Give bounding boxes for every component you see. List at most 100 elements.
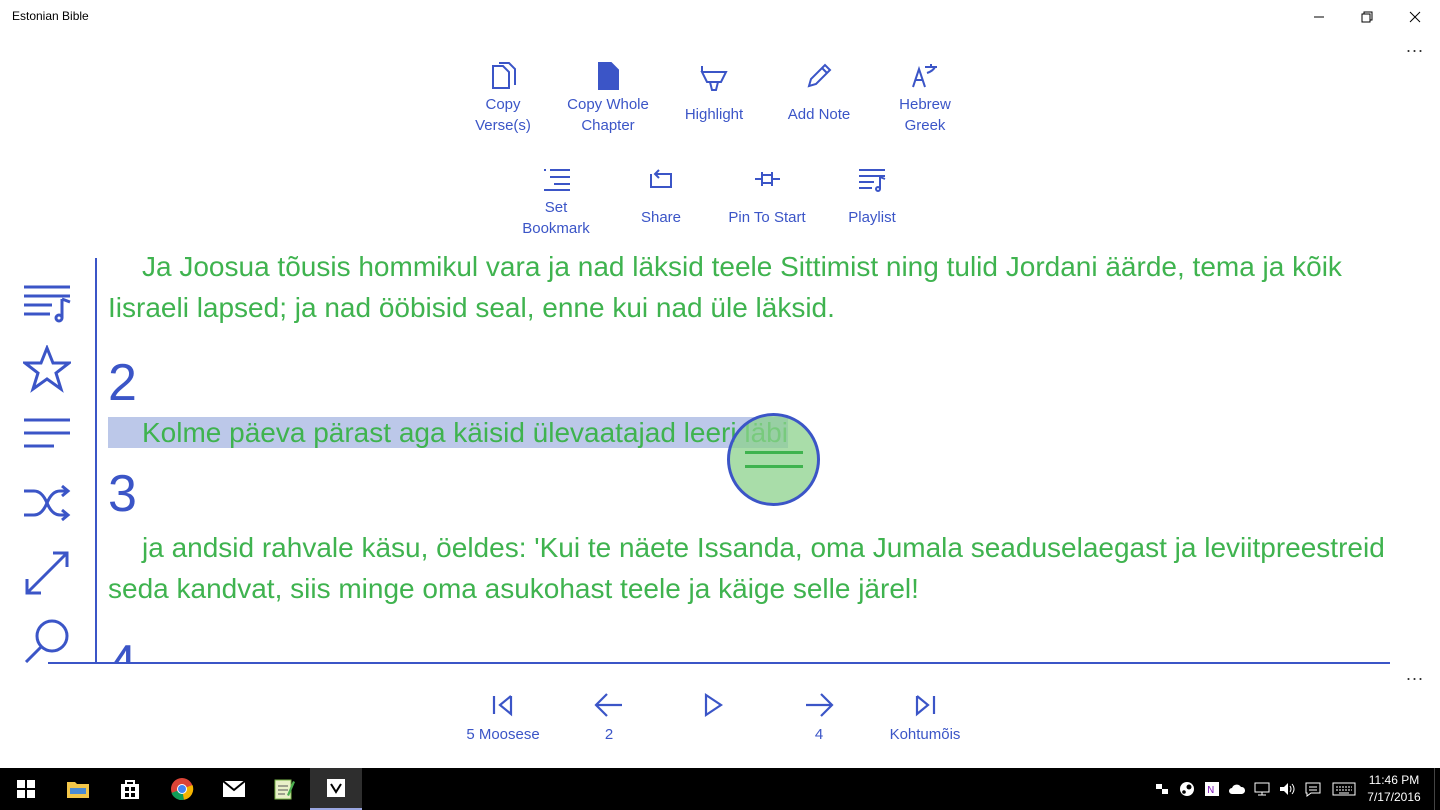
star-icon bbox=[23, 345, 71, 393]
verse-2-number: 2 bbox=[108, 354, 137, 412]
tray-steam[interactable] bbox=[1178, 780, 1196, 798]
taskbar-clock[interactable]: 11:46 PM 7/17/2016 bbox=[1362, 772, 1426, 806]
playlist-icon bbox=[24, 285, 71, 323]
windows-icon bbox=[17, 780, 35, 798]
mail-icon bbox=[222, 780, 246, 797]
play-button[interactable] bbox=[658, 692, 768, 744]
minimize-button[interactable] bbox=[1296, 0, 1342, 34]
close-icon bbox=[1409, 11, 1421, 23]
playlist-label: Playlist bbox=[848, 209, 896, 226]
sidebar-favorites-button[interactable] bbox=[20, 342, 74, 396]
network-icon bbox=[1254, 782, 1270, 796]
restore-icon bbox=[1361, 11, 1373, 23]
hebrew-greek-button[interactable]: Hebrew Greek bbox=[872, 60, 978, 136]
network-drive-icon bbox=[1156, 784, 1168, 794]
bible-app-icon bbox=[327, 779, 345, 797]
taskbar-mail[interactable] bbox=[208, 768, 260, 810]
store-icon bbox=[121, 780, 139, 799]
verse-3[interactable]: ja andsid rahvale käsu, öeldes: 'Kui te … bbox=[108, 527, 1418, 609]
add-note-button[interactable]: Add Note bbox=[766, 60, 872, 125]
sidebar-fullscreen-button[interactable] bbox=[20, 546, 74, 600]
add-note-label: Add Note bbox=[787, 106, 851, 123]
set-bookmark-button[interactable]: Set Bookmark bbox=[503, 163, 609, 239]
tray-action-center[interactable] bbox=[1304, 780, 1322, 798]
sidebar-contents-button[interactable] bbox=[20, 406, 74, 460]
taskbar-chrome[interactable] bbox=[156, 768, 208, 810]
set-bookmark-label: Set Bookmark bbox=[522, 199, 590, 237]
tray-keyboard[interactable] bbox=[1331, 780, 1357, 798]
title-bar: Estonian Bible bbox=[0, 0, 1440, 34]
previous-chapter-button[interactable]: 2 bbox=[554, 692, 664, 744]
tray-volume[interactable] bbox=[1278, 780, 1296, 798]
bottom-divider bbox=[48, 662, 1390, 664]
clock-time: 11:46 PM bbox=[1368, 773, 1420, 787]
next-chapter-button[interactable]: 4 bbox=[764, 692, 874, 744]
sidebar-divider bbox=[95, 258, 97, 664]
sidebar-shuffle-button[interactable] bbox=[20, 476, 74, 530]
taskbar-notepad[interactable] bbox=[258, 768, 310, 810]
pin-to-start-button[interactable]: Pin To Start bbox=[714, 163, 820, 228]
taskbar-estonian-bible[interactable] bbox=[310, 768, 362, 810]
copy-icon bbox=[492, 62, 516, 89]
copy-whole-chapter-label: Copy Whole Chapter bbox=[567, 96, 649, 134]
bookmark-list-icon bbox=[544, 169, 570, 191]
playlist-button[interactable]: Playlist bbox=[819, 163, 925, 228]
show-desktop-button[interactable] bbox=[1434, 768, 1440, 810]
sidebar bbox=[0, 258, 94, 663]
first-book-label: 5 Moosese bbox=[466, 726, 540, 743]
tray-dropbox[interactable] bbox=[1153, 780, 1171, 798]
volume-icon bbox=[1280, 783, 1295, 795]
copy-verses-label: Copy Verse(s) bbox=[475, 96, 531, 134]
keyboard-icon bbox=[1332, 782, 1356, 796]
onenote-icon: N bbox=[1205, 782, 1219, 796]
hebrew-greek-label: Hebrew Greek bbox=[899, 96, 951, 134]
folder-icon bbox=[67, 782, 89, 798]
verse-menu-button[interactable] bbox=[727, 413, 820, 506]
pencil-icon bbox=[807, 63, 832, 88]
pin-icon bbox=[755, 172, 780, 186]
copy-verses-button[interactable]: Copy Verse(s) bbox=[450, 60, 556, 136]
verse-1[interactable]: Ja Joosua tõusis hommikul vara ja nad lä… bbox=[108, 248, 1418, 328]
verse-2-text: Kolme päeva pärast aga käisid ülevaataja… bbox=[142, 417, 788, 448]
verse-4-number: 4 bbox=[108, 635, 1418, 662]
share-icon bbox=[650, 169, 672, 188]
message-icon bbox=[1305, 782, 1321, 797]
tray-onedrive[interactable] bbox=[1228, 780, 1246, 798]
search-icon bbox=[24, 619, 69, 663]
next-book-button[interactable]: Kohtumõis bbox=[870, 692, 980, 744]
lines-icon bbox=[24, 418, 70, 448]
start-button[interactable] bbox=[0, 768, 52, 810]
more-options-bottom-button[interactable]: ... bbox=[1406, 664, 1424, 685]
playlist-icon bbox=[859, 169, 886, 192]
expand-icon bbox=[25, 551, 69, 595]
restore-button[interactable] bbox=[1344, 0, 1390, 34]
sidebar-search-button[interactable] bbox=[20, 614, 74, 663]
pin-to-start-label: Pin To Start bbox=[728, 209, 806, 226]
arrow-right-icon bbox=[806, 693, 834, 717]
share-button[interactable]: Share bbox=[608, 163, 714, 228]
language-icon bbox=[912, 64, 937, 88]
highlight-button[interactable]: Highlight bbox=[661, 60, 767, 125]
sidebar-playlist-button[interactable] bbox=[20, 276, 74, 330]
verse-3-text: ja andsid rahvale käsu, öeldes: 'Kui te … bbox=[108, 532, 1385, 604]
next-chapter-label: 4 bbox=[814, 726, 824, 743]
tray-onenote[interactable]: N bbox=[1203, 780, 1221, 798]
first-book-button[interactable]: 5 Moosese bbox=[448, 692, 558, 744]
highlighter-icon bbox=[700, 66, 728, 91]
verse-1-text: Ja Joosua tõusis hommikul vara ja nad lä… bbox=[108, 251, 1342, 323]
arrow-left-icon bbox=[594, 693, 622, 717]
skip-forward-icon bbox=[915, 695, 936, 717]
taskbar-file-explorer[interactable] bbox=[52, 768, 104, 810]
copy-whole-chapter-button[interactable]: Copy Whole Chapter bbox=[555, 60, 661, 136]
document-icon bbox=[598, 62, 619, 90]
steam-icon bbox=[1180, 782, 1194, 796]
menu-line bbox=[744, 465, 803, 468]
minimize-icon bbox=[1314, 16, 1324, 18]
play-icon bbox=[704, 692, 723, 718]
more-options-button[interactable]: ... bbox=[1406, 36, 1424, 57]
menu-line bbox=[744, 451, 803, 454]
close-button[interactable] bbox=[1392, 0, 1438, 34]
svg-text:N: N bbox=[1207, 785, 1214, 796]
tray-network[interactable] bbox=[1253, 780, 1271, 798]
taskbar-store[interactable] bbox=[104, 768, 156, 810]
